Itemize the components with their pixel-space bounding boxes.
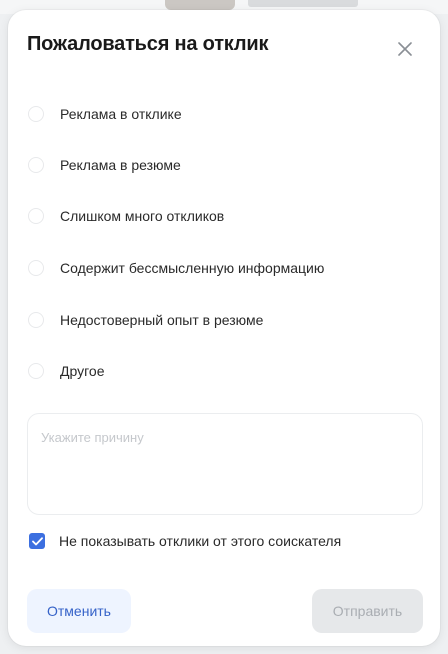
dialog-title: Пожаловаться на отклик: [27, 33, 269, 55]
reason-label: Реклама в резюме: [60, 157, 181, 173]
reason-label: Реклама в отклике: [60, 106, 182, 122]
hide-responses-checkbox[interactable]: [29, 533, 45, 549]
reason-option-ad-in-resume[interactable]: Реклама в резюме: [28, 150, 181, 180]
reason-label: Слишком много откликов: [60, 208, 225, 224]
reason-label: Другое: [60, 363, 105, 379]
cancel-button[interactable]: Отменить: [27, 589, 131, 633]
reason-label: Недостоверный опыт в резюме: [60, 312, 264, 328]
submit-button[interactable]: Отправить: [312, 589, 423, 633]
backdrop-text: [248, 0, 358, 7]
close-button[interactable]: [392, 36, 418, 62]
reason-label: Содержит бессмысленную информацию: [60, 260, 325, 276]
reason-option-false-experience[interactable]: Недостоверный опыт в резюме: [28, 305, 263, 335]
hide-responses-option[interactable]: Не показывать отклики от этого соискател…: [29, 530, 341, 552]
close-icon: [398, 42, 412, 56]
backdrop-avatar: [165, 0, 235, 10]
reason-option-other[interactable]: Другое: [28, 356, 104, 386]
radio-button[interactable]: [28, 260, 44, 276]
radio-button[interactable]: [28, 106, 44, 122]
radio-button[interactable]: [28, 312, 44, 328]
radio-button[interactable]: [28, 208, 44, 224]
reason-option-ad-in-response[interactable]: Реклама в отклике: [28, 99, 182, 129]
report-response-dialog: Пожаловаться на отклик Реклама в отклике…: [8, 10, 440, 646]
hide-responses-label: Не показывать отклики от этого соискател…: [59, 533, 342, 549]
reason-textarea[interactable]: [27, 413, 423, 515]
radio-button[interactable]: [28, 363, 44, 379]
reason-option-meaningless-info[interactable]: Содержит бессмысленную информацию: [28, 253, 324, 283]
checkmark-icon: [31, 536, 43, 545]
radio-button[interactable]: [28, 157, 44, 173]
reason-option-too-many-responses[interactable]: Слишком много откликов: [28, 201, 224, 231]
